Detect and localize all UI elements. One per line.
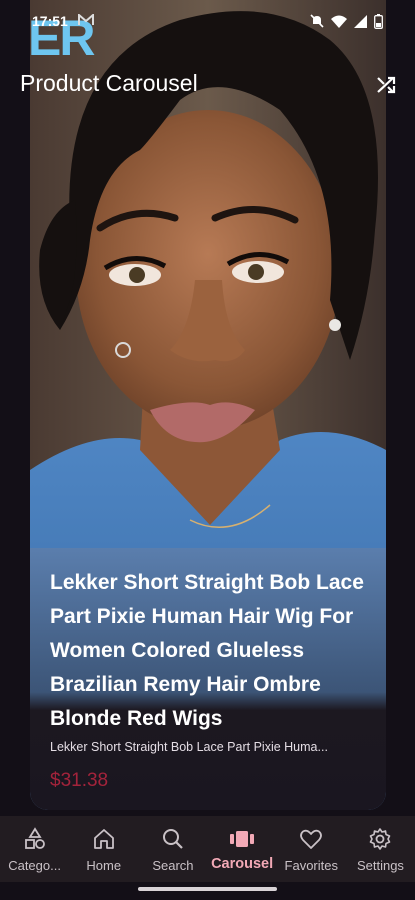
page-title: Product Carousel <box>20 70 198 96</box>
signal-icon <box>354 14 367 28</box>
product-card[interactable]: Lekker Short Straight Bob Lace Part Pixi… <box>30 0 386 810</box>
nav-item-home[interactable]: Home <box>69 816 138 882</box>
status-bar: 17:51 <box>0 0 415 42</box>
mute-icon <box>310 14 324 28</box>
screen: Lekker Short Straight Bob Lace Part Pixi… <box>0 0 415 900</box>
home-indicator[interactable] <box>138 887 277 891</box>
heart-icon <box>299 826 323 852</box>
status-time: 17:51 <box>32 13 68 29</box>
shuffle-icon <box>376 75 398 100</box>
carousel-icon <box>229 826 255 852</box>
nav-label-favorites: Favorites <box>284 858 338 873</box>
gmail-icon <box>77 12 94 29</box>
nav-item-categories[interactable]: Catego... <box>0 816 69 882</box>
wifi-icon <box>331 15 347 28</box>
product-price: $31.38 <box>50 770 109 791</box>
battery-icon <box>374 13 383 29</box>
shuffle-button[interactable] <box>372 72 402 102</box>
gear-icon <box>368 826 392 852</box>
product-title[interactable]: Lekker Short Straight Bob Lace Part Pixi… <box>50 566 375 736</box>
nav-item-carousel[interactable]: Carousel <box>208 816 277 882</box>
nav-label-categories: Catego... <box>8 858 61 873</box>
search-icon <box>161 826 185 852</box>
nav-label-home: Home <box>86 858 122 873</box>
home-icon <box>92 826 116 852</box>
nav-label-settings: Settings <box>356 858 404 873</box>
nav-label-search: Search <box>152 858 194 873</box>
nav-item-settings[interactable]: Settings <box>346 816 415 882</box>
categories-icon <box>23 826 47 852</box>
nav-label-carousel: Carousel <box>211 856 274 872</box>
product-subtitle: Lekker Short Straight Bob Lace Part Pixi… <box>50 740 328 754</box>
bottom-nav: Catego... Home Search Carousel Favorites <box>0 816 415 882</box>
nav-item-search[interactable]: Search <box>138 816 207 882</box>
status-left: 17:51 <box>32 12 94 29</box>
nav-item-favorites[interactable]: Favorites <box>277 816 346 882</box>
status-right <box>310 13 383 29</box>
product-info: Lekker Short Straight Bob Lace Part Pixi… <box>30 548 386 810</box>
